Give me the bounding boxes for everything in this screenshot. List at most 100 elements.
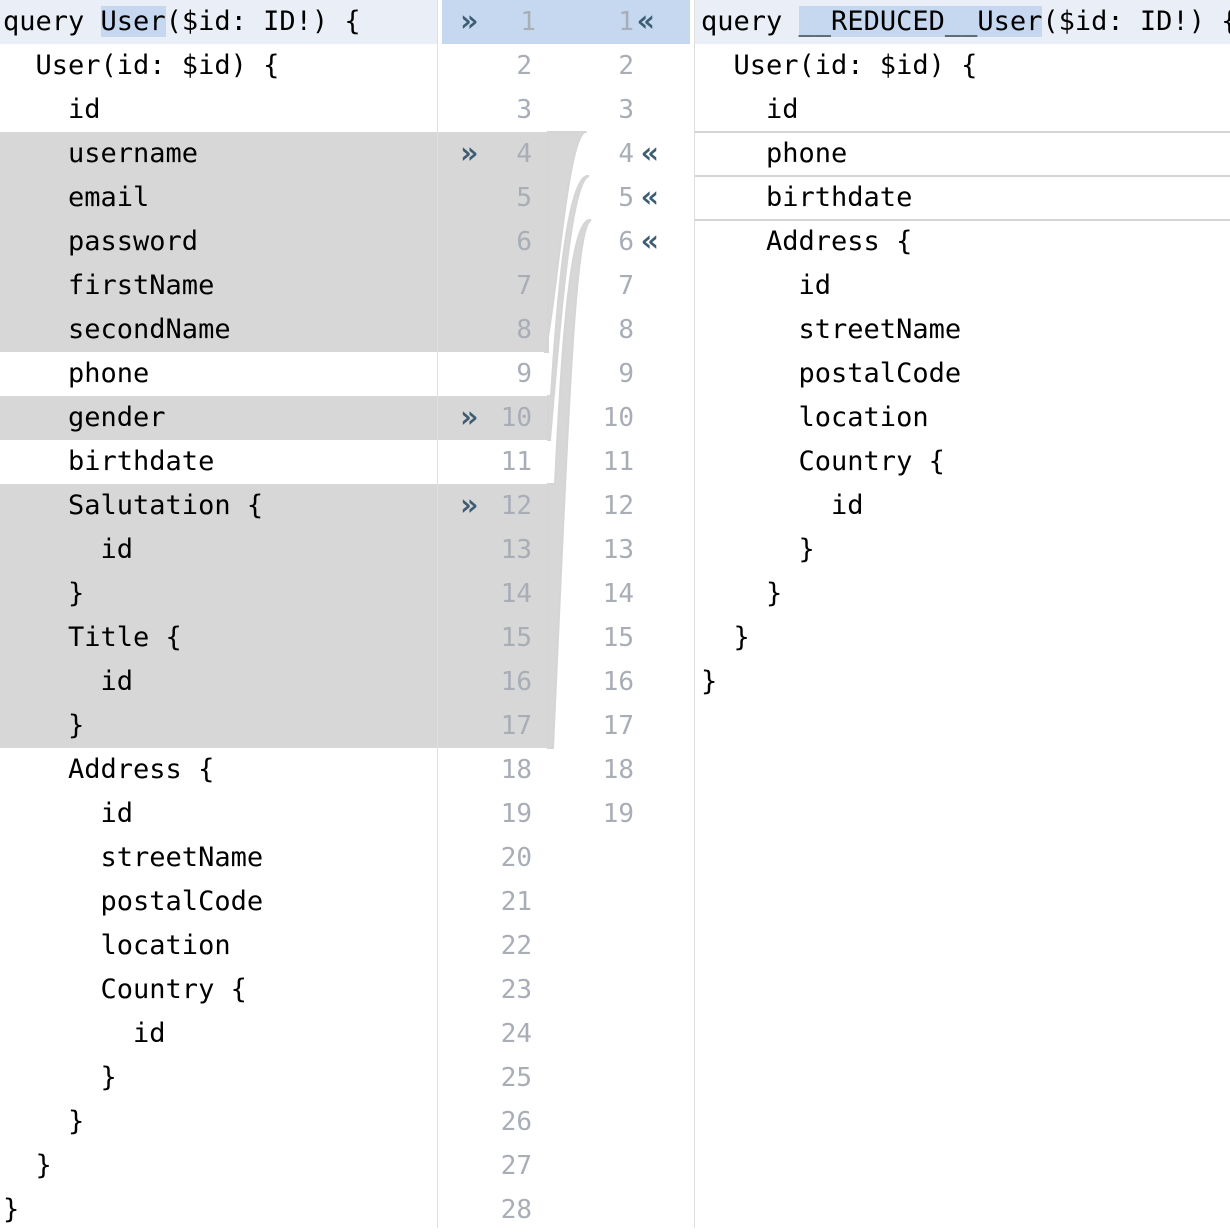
gutter-row: 4» — [438, 132, 548, 176]
gutter-row: 20 — [438, 836, 548, 880]
line-number: 5 — [618, 183, 634, 213]
code-line[interactable]: id — [695, 264, 1230, 308]
apply-left-arrow-icon[interactable]: « — [641, 220, 659, 264]
code-text: } — [3, 710, 85, 741]
apply-left-arrow-icon[interactable]: « — [641, 132, 659, 176]
code-line[interactable]: id — [695, 484, 1230, 528]
code-text: firstName — [3, 270, 215, 301]
gutter-row: 3 — [438, 88, 548, 132]
code-line[interactable]: firstName — [0, 264, 437, 308]
code-line[interactable]: id — [695, 88, 1230, 132]
line-number: 18 — [602, 755, 634, 785]
code-line[interactable]: password — [0, 220, 437, 264]
code-line[interactable]: id — [0, 528, 437, 572]
code-line[interactable]: Salutation { — [0, 484, 437, 528]
apply-right-arrow-icon[interactable]: » — [460, 484, 478, 528]
code-line[interactable]: Address { — [695, 220, 1230, 264]
code-text: postalCode — [701, 358, 962, 389]
code-line[interactable]: } — [695, 616, 1230, 660]
code-text: } — [701, 666, 718, 697]
apply-right-arrow-icon[interactable]: » — [460, 132, 478, 176]
left-gutter: 1» 2 3 4» 5 6 7 8 9 10» 11 12» 13 14 15 16 17 18 19 20 21 22 2… — [438, 0, 548, 1228]
code-text: id — [3, 798, 134, 829]
line-number: 7 — [516, 271, 532, 301]
code-line[interactable]: User(id: $id) { — [0, 44, 437, 88]
code-line[interactable]: Title { — [0, 616, 437, 660]
code-text: } — [3, 1194, 20, 1225]
apply-right-arrow-icon[interactable]: » — [460, 396, 478, 440]
line-number: 14 — [500, 579, 532, 609]
code-line[interactable]: phone — [0, 352, 437, 396]
gutter-row: 15 — [438, 616, 548, 660]
code-line[interactable]: secondName — [0, 308, 437, 352]
code-line[interactable]: Address { — [0, 748, 437, 792]
code-line[interactable]: username — [0, 132, 437, 176]
gutter-row: 16 — [438, 660, 548, 704]
code-line[interactable]: id — [0, 1012, 437, 1056]
apply-right-arrow-icon[interactable]: » — [460, 0, 478, 44]
code-line[interactable]: query User($id: ID!) { — [0, 0, 437, 44]
code-line[interactable]: postalCode — [695, 352, 1230, 396]
code-line[interactable]: id — [0, 660, 437, 704]
line-number: 2 — [618, 51, 634, 81]
code-text: Address { — [701, 226, 913, 257]
code-line[interactable]: phone — [695, 132, 1230, 176]
code-line[interactable]: streetName — [695, 308, 1230, 352]
code-line[interactable]: location — [0, 924, 437, 968]
gutter-row: 7 — [548, 264, 694, 308]
code-line[interactable]: } — [695, 572, 1230, 616]
code-text: birthdate — [701, 182, 913, 213]
code-line[interactable]: } — [0, 1188, 437, 1232]
code-text: id — [3, 534, 134, 565]
gutter-row: 26 — [438, 1100, 548, 1144]
code-line[interactable]: Country { — [0, 968, 437, 1012]
code-line[interactable]: Country { — [695, 440, 1230, 484]
gutter-row: 15 — [548, 616, 694, 660]
gutter-row: 9 — [438, 352, 548, 396]
line-number: 7 — [618, 271, 634, 301]
code-text: secondName — [3, 314, 231, 345]
code-text: email — [3, 182, 150, 213]
gutter-row: 13 — [438, 528, 548, 572]
gutter-row: 14 — [548, 572, 694, 616]
line-number: 17 — [500, 711, 532, 741]
code-line[interactable]: birthdate — [695, 176, 1230, 220]
gutter-row: 18 — [438, 748, 548, 792]
line-number: 21 — [500, 887, 532, 917]
code-line[interactable]: } — [0, 704, 437, 748]
gutter-row: 23 — [438, 968, 548, 1012]
line-number: 24 — [500, 1019, 532, 1049]
code-line[interactable]: } — [0, 1056, 437, 1100]
apply-left-arrow-icon[interactable]: « — [641, 176, 659, 220]
code-text: streetName — [3, 842, 264, 873]
code-line[interactable]: } — [695, 660, 1230, 704]
code-line[interactable]: id — [0, 88, 437, 132]
line-number: 8 — [618, 315, 634, 345]
code-line[interactable]: location — [695, 396, 1230, 440]
code-text: } — [701, 534, 815, 565]
right-gutter: 1 «2 3 4 «5 «6 «7 8 9 10 11 12 13 14 15 16 17 18 19 — [548, 0, 695, 1228]
line-number: 14 — [602, 579, 634, 609]
code-token: ($id: ID!) { — [165, 6, 361, 37]
code-line[interactable]: query __REDUCED__User($id: ID!) { — [695, 0, 1230, 44]
line-number: 27 — [500, 1151, 532, 1181]
left-editor-pane[interactable]: query User($id: ID!) { User(id: $id) { i… — [0, 0, 438, 1228]
code-text: id — [701, 94, 799, 125]
code-line[interactable]: birthdate — [0, 440, 437, 484]
code-text: query __REDUCED__User($id: ID!) { — [695, 0, 1230, 44]
code-line[interactable]: } — [0, 1100, 437, 1144]
right-editor-pane[interactable]: query __REDUCED__User($id: ID!) { User(i… — [695, 0, 1230, 1228]
code-line[interactable]: postalCode — [0, 880, 437, 924]
code-line[interactable]: User(id: $id) { — [695, 44, 1230, 88]
code-line[interactable]: id — [0, 792, 437, 836]
code-line[interactable]: } — [0, 1144, 437, 1188]
apply-left-arrow-icon[interactable]: « — [637, 0, 655, 44]
code-line[interactable]: } — [695, 528, 1230, 572]
code-text: phone — [3, 358, 150, 389]
code-line[interactable]: } — [0, 572, 437, 616]
code-text: username — [3, 138, 199, 169]
gutter-row: 1 « — [548, 0, 690, 44]
code-line[interactable]: email — [0, 176, 437, 220]
code-line[interactable]: gender — [0, 396, 437, 440]
code-line[interactable]: streetName — [0, 836, 437, 880]
